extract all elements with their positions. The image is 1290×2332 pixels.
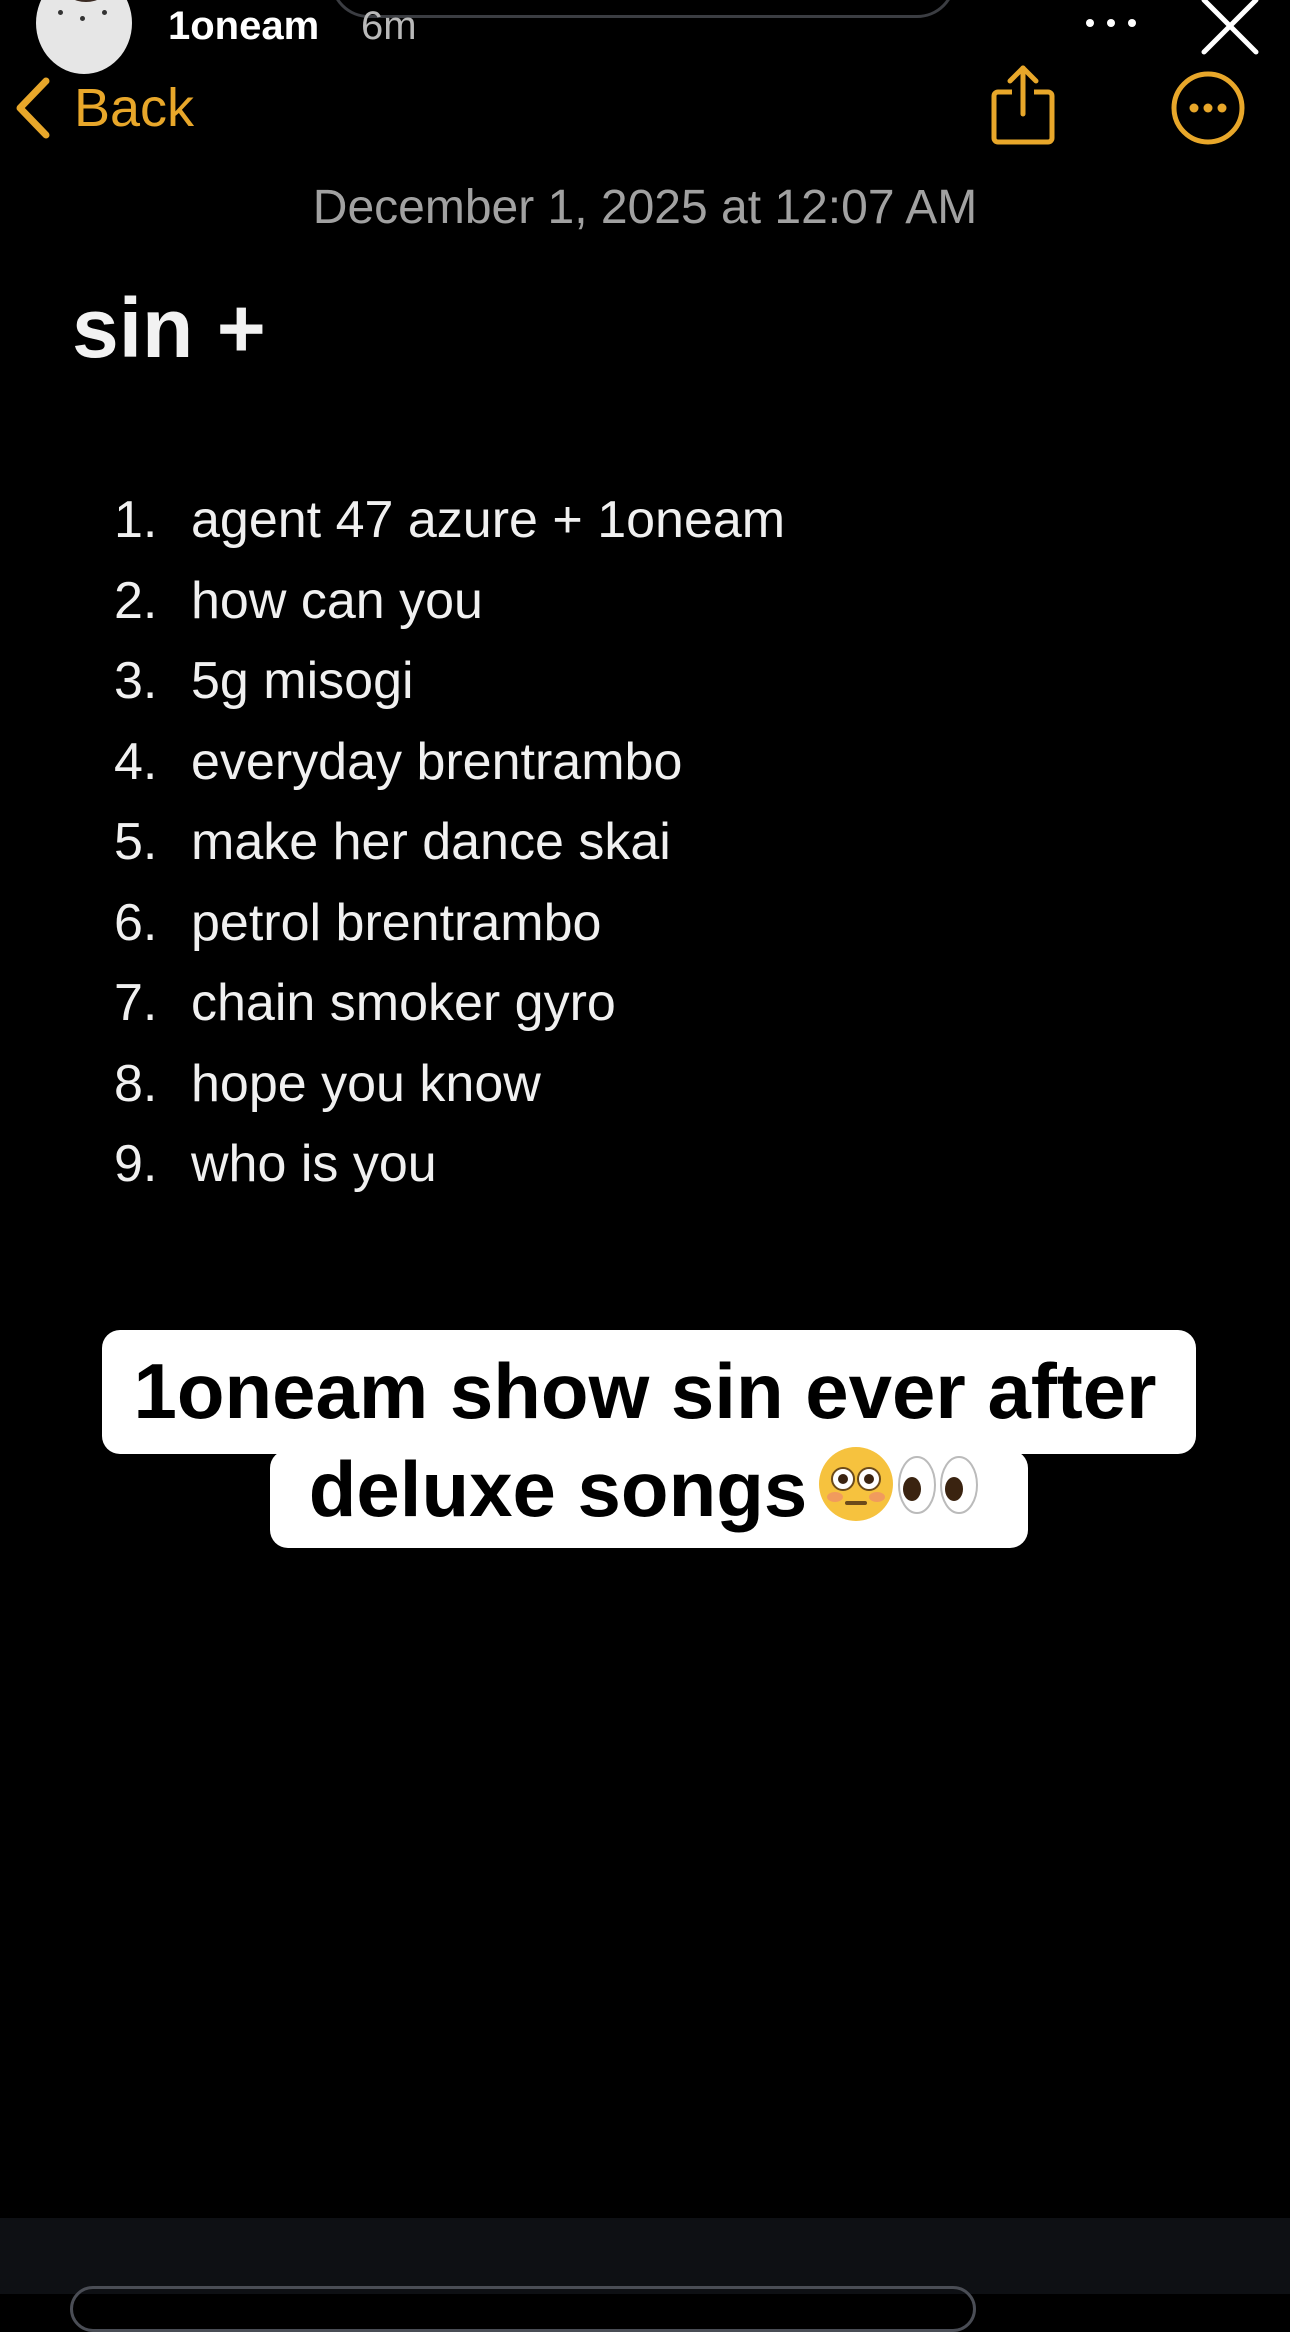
list-text: agent 47 azure + 1oneam (191, 491, 786, 549)
note-title: sin + (72, 281, 266, 375)
list-text: everyday brentrambo (191, 732, 683, 791)
caption-line-2: deluxe songs (0, 1440, 1290, 1545)
back-label: Back (74, 78, 195, 138)
back-button[interactable]: Back (14, 76, 194, 140)
list-text: petrol brentrambo (191, 893, 602, 952)
story-username[interactable]: 1oneam (168, 4, 319, 49)
story-frame: 1oneam 6m Back December 1, 2025 at 12:07… (0, 0, 1290, 2218)
ellipsis-circle-icon[interactable] (1170, 70, 1246, 146)
list-number: 1. (114, 491, 158, 549)
list-text: chain smoker gyro (191, 974, 616, 1032)
flushed-face-icon (817, 1445, 895, 1545)
close-icon[interactable] (1200, 0, 1260, 58)
list-number: 9. (114, 1135, 158, 1193)
share-icon[interactable] (990, 64, 1056, 146)
avatar[interactable] (36, 0, 132, 74)
story-time-ago: 6m (361, 4, 417, 48)
list-number: 5. (114, 813, 158, 871)
list-number: 2. (114, 571, 158, 630)
ellipsis-icon[interactable] (1086, 0, 1136, 48)
avatar-image (64, 0, 108, 2)
caption-line-1: 1oneam show sin ever after (133, 1347, 1157, 1435)
list-number: 6. (114, 893, 158, 952)
list-number: 3. (114, 652, 158, 710)
list-text: how can you (191, 571, 483, 630)
list-text: hope you know (191, 1054, 541, 1113)
reply-bar (0, 2218, 1290, 2294)
list-text: 5g misogi (191, 652, 414, 710)
reply-input[interactable] (70, 2286, 976, 2332)
caption-line-2-text: deluxe songs (308, 1445, 808, 1533)
eyes-icon (895, 1445, 981, 1545)
chevron-left-icon (16, 77, 50, 139)
list-number: 8. (114, 1054, 158, 1113)
list-text: make her dance skai (191, 813, 671, 871)
list-text: who is you (191, 1135, 437, 1193)
list-number: 4. (114, 732, 158, 791)
note-date: December 1, 2025 at 12:07 AM (312, 181, 978, 234)
top-pill (330, 0, 956, 18)
list-number: 7. (114, 974, 158, 1032)
